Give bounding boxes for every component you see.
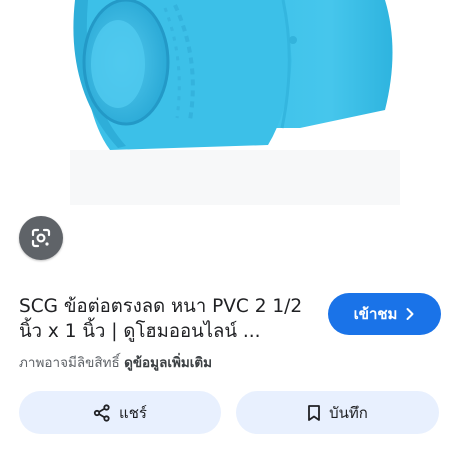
chevron-right-icon (405, 307, 415, 321)
more-info-link[interactable]: ดูข้อมูลเพิ่มเติม (124, 355, 212, 371)
copyright-notice: ภาพอาจมีลิขสิทธิ์ (19, 355, 120, 371)
result-title[interactable]: SCG ข้อต่อตรงลด หนา PVC 2 1/2 นิ้ว x 1 น… (19, 294, 315, 344)
google-lens-button[interactable] (19, 216, 63, 260)
visit-button[interactable]: เข้าชม (328, 293, 441, 335)
visit-button-label: เข้าชม (353, 305, 398, 323)
share-button-label: แชร์ (119, 403, 147, 422)
pvc-fitting-illustration (0, 0, 460, 222)
bookmark-icon (307, 404, 321, 422)
save-button[interactable]: บันทึก (236, 391, 439, 434)
product-image[interactable] (0, 0, 460, 222)
google-lens-icon (29, 226, 53, 250)
share-button[interactable]: แชร์ (19, 391, 221, 434)
share-icon (93, 403, 111, 422)
save-button-label: บันทึก (329, 403, 368, 422)
copyright-line: ภาพอาจมีลิขสิทธิ์ ดูข้อมูลเพิ่มเติม (19, 351, 439, 373)
